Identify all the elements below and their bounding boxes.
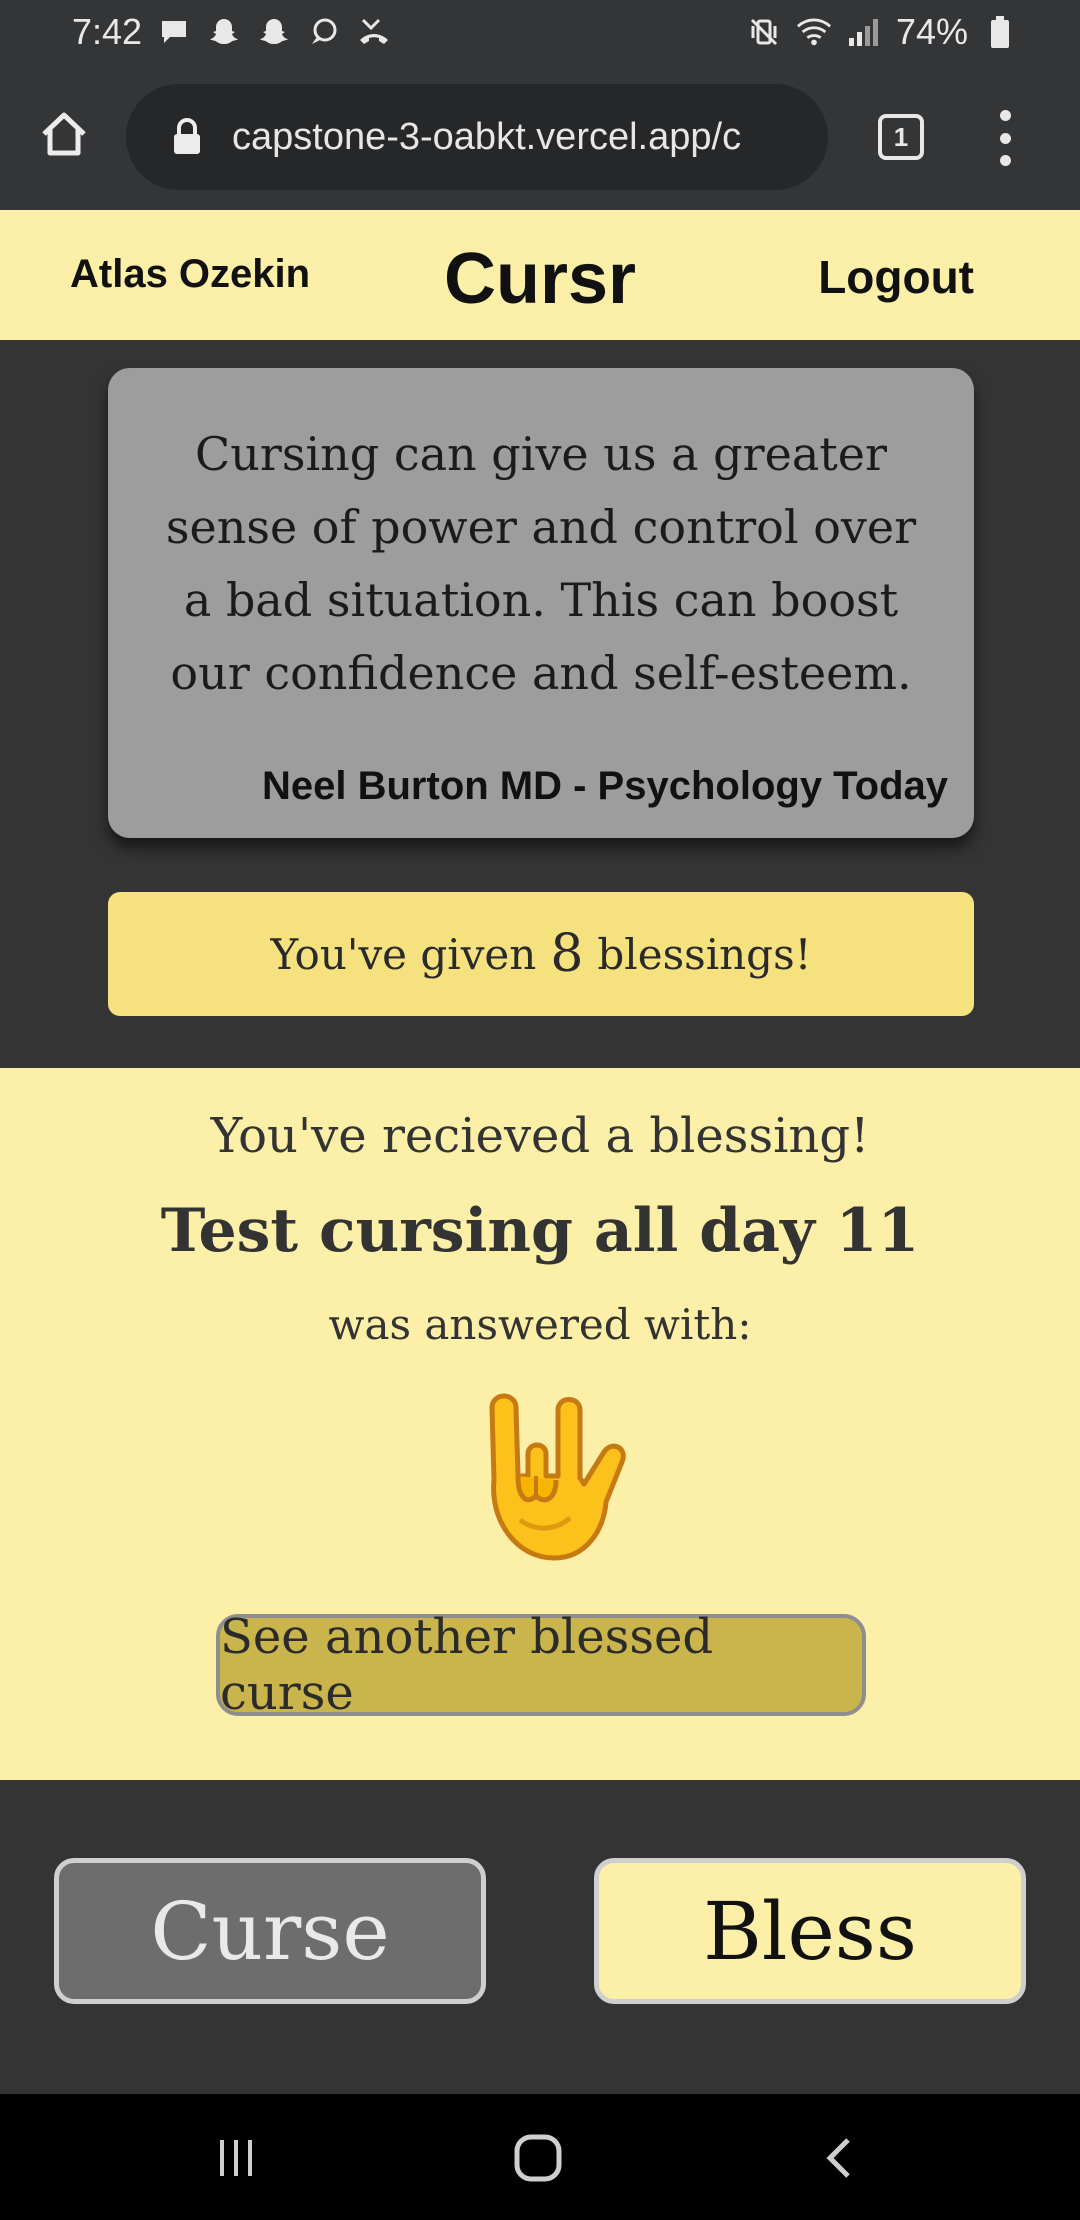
answered-with-label: was answered with: <box>328 1300 752 1349</box>
snapchat-icon <box>256 14 292 50</box>
url-text: capstone-3-oabkt.vercel.app/c <box>232 115 742 158</box>
lock-icon <box>174 118 200 154</box>
signal-icon <box>846 14 882 50</box>
received-heading: You've recieved a blessing! <box>210 1108 870 1164</box>
app-screen: 7:42 74% capstone-3-oabkt.vercel.app/c 1… <box>0 0 1080 2220</box>
blessings-counter: You've given 8 blessings! <box>108 892 974 1016</box>
curse-text: Test cursing all day 11 <box>160 1196 920 1266</box>
vibrate-icon <box>746 14 782 50</box>
status-right: 74% <box>746 11 1018 53</box>
recent-apps-icon[interactable] <box>206 2132 266 2184</box>
status-left: 7:42 <box>72 11 392 53</box>
blessings-count: 8 <box>550 924 584 984</box>
quote-text: Cursing can give us a greater sense of p… <box>165 427 917 700</box>
quote-source: Neel Burton MD - Psychology Today <box>262 764 948 808</box>
status-bar: 7:42 74% <box>0 0 1080 64</box>
browser-toolbar: capstone-3-oabkt.vercel.app/c 1 <box>0 64 1080 210</box>
chat-bubble-icon <box>306 14 342 50</box>
tab-switcher-button[interactable]: 1 <box>878 114 924 160</box>
love-you-gesture-icon <box>446 1380 636 1570</box>
android-nav-bar <box>0 2094 1080 2220</box>
wifi-icon <box>796 14 832 50</box>
home-icon <box>42 112 86 156</box>
received-blessing-panel: You've recieved a blessing! Test cursing… <box>0 1068 1080 1780</box>
curse-button[interactable]: Curse <box>54 1858 486 2004</box>
app-header: Atlas Ozekin Cursr Logout <box>0 210 1080 340</box>
missed-call-icon <box>356 14 392 50</box>
more-menu-icon[interactable] <box>990 110 1020 166</box>
back-icon[interactable] <box>810 2132 870 2184</box>
blessings-suffix: blessings! <box>597 929 812 979</box>
home-icon[interactable] <box>508 2132 568 2184</box>
blessings-prefix: You've given <box>270 929 537 979</box>
bless-button[interactable]: Bless <box>594 1858 1026 2004</box>
see-another-blessed-curse-button[interactable]: See another blessed curse <box>216 1609 866 1721</box>
battery-percent: 74% <box>895 11 968 52</box>
address-bar[interactable]: capstone-3-oabkt.vercel.app/c <box>126 84 828 190</box>
message-icon <box>156 14 192 50</box>
quote-card: Cursing can give us a greater sense of p… <box>108 368 974 838</box>
battery-icon <box>982 14 1018 50</box>
snapchat-icon <box>206 14 242 50</box>
status-time: 7:42 <box>72 11 143 52</box>
logout-button[interactable]: Logout <box>818 250 974 304</box>
browser-home-button[interactable] <box>36 106 92 162</box>
